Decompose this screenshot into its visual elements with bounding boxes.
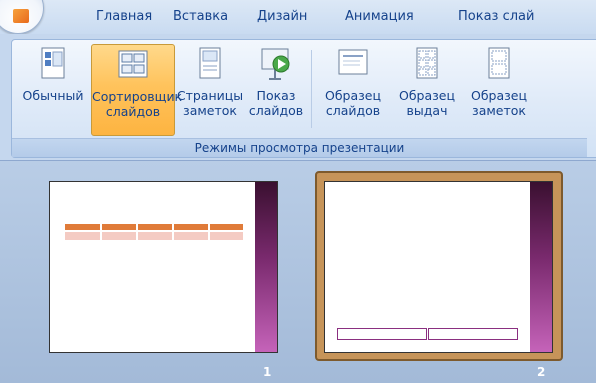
handout-master-icon [410, 46, 444, 82]
slide-number-1: 1 [263, 365, 272, 379]
ribbon-tab-strip: Главная Вставка Дизайн Анимация Показ сл… [0, 0, 596, 34]
presentation-views-group: Обычный Сортировщик слайдов Страницы зам… [11, 39, 596, 158]
handout-master-label-2: выдач [406, 103, 448, 118]
slide-sorter-label-2: слайдов [105, 104, 161, 119]
office-button[interactable] [0, 0, 44, 34]
notes-master-label-2: заметок [472, 103, 526, 118]
notes-master-label-1: Образец [471, 88, 527, 103]
tab-animation[interactable]: Анимация [345, 9, 414, 24]
table-body-bar [65, 232, 243, 240]
slide-number-2: 2 [537, 365, 546, 379]
tab-design[interactable]: Дизайн [257, 9, 307, 24]
normal-view-label: Обычный [22, 88, 84, 103]
notes-page-label-2: заметок [183, 103, 237, 118]
table-divider [208, 224, 210, 240]
group-separator [311, 50, 312, 128]
table-divider [136, 224, 138, 240]
slide-placeholder-right [428, 328, 518, 340]
normal-view-icon [36, 46, 70, 82]
slide-master-button[interactable]: Образец слайдов [314, 44, 392, 134]
table-header-bar [65, 224, 243, 230]
slide-sorter-label-1: Сортировщик [92, 89, 183, 104]
notes-master-icon [482, 46, 516, 82]
handout-master-button[interactable]: Образец выдач [390, 44, 464, 134]
tab-insert[interactable]: Вставка [173, 9, 228, 24]
slide-show-label-1: Показ [256, 88, 296, 103]
handout-master-label-1: Образец [399, 88, 455, 103]
slide-sorter-button[interactable]: Сортировщик слайдов [91, 44, 183, 136]
notes-master-button[interactable]: Образец заметок [462, 44, 536, 134]
table-divider [172, 224, 174, 240]
slide-thumbnail-1[interactable] [49, 181, 278, 353]
slide-master-label-2: слайдов [325, 103, 381, 118]
slide-sorter-icon [116, 47, 150, 83]
slide-master-icon [336, 46, 370, 82]
slide-show-label-2: слайдов [248, 103, 304, 118]
slide-thumbnail-2[interactable] [324, 181, 553, 353]
normal-view-button[interactable]: Обычный [16, 44, 90, 134]
notes-page-label-1: Страницы [176, 88, 244, 103]
slide-master-label-1: Образец [325, 88, 381, 103]
slide-placeholder-left [337, 328, 427, 340]
table-divider [100, 224, 102, 240]
slide-show-icon [259, 46, 293, 82]
tab-slide-show[interactable]: Показ слай [458, 9, 534, 24]
group-caption: Режимы просмотра презентации [12, 138, 587, 157]
notes-page-icon [193, 46, 227, 82]
slide-sorter-pane[interactable]: 1 2 [0, 161, 596, 383]
slide-show-button[interactable]: Показ слайдов [246, 44, 306, 134]
slide-accent-stripe [530, 182, 552, 352]
office-logo-icon [13, 9, 29, 23]
slide-accent-stripe [255, 182, 277, 352]
tab-home[interactable]: Главная [96, 9, 152, 24]
ribbon: Обычный Сортировщик слайдов Страницы зам… [0, 34, 596, 161]
notes-page-button[interactable]: Страницы заметок [175, 44, 245, 134]
